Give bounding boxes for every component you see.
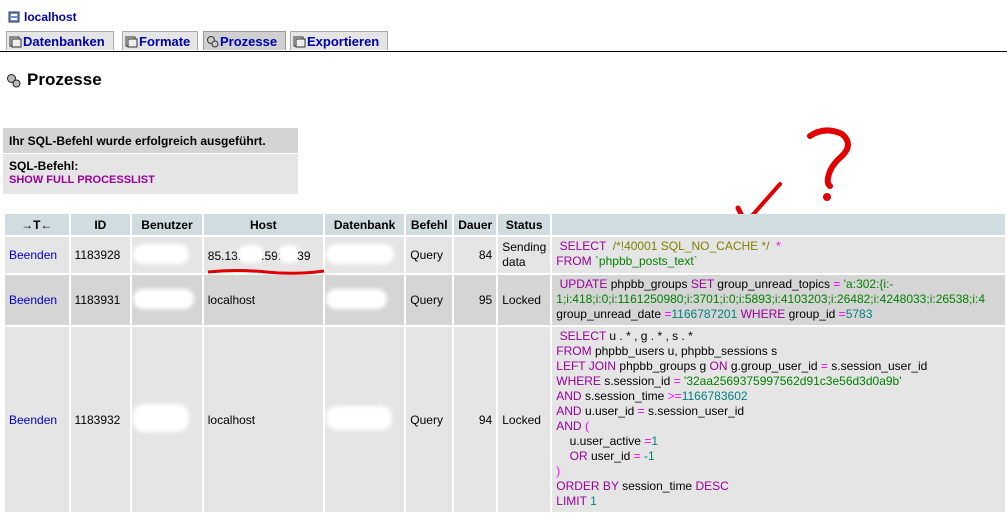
export-icon [293, 36, 306, 47]
row-dauer: 94 [454, 327, 497, 512]
page-title-text: Prozesse [27, 70, 102, 89]
tab-label: Formate [139, 33, 191, 49]
row-id: 1183932 [70, 327, 131, 512]
col-datenbank[interactable]: Datenbank [324, 214, 405, 235]
row-db [324, 275, 405, 325]
top-tabs: Datenbanken Formate Prozesse Exportieren [0, 28, 1007, 52]
sort-icon[interactable]: →T← [5, 214, 69, 235]
col-status[interactable]: Status [498, 214, 551, 235]
row-user [132, 275, 202, 325]
table-row: Beenden 1183931 localhost Query 95 Locke… [5, 275, 1005, 325]
tab-label: Datenbanken [23, 33, 105, 49]
page-title: Prozesse [6, 70, 102, 90]
kill-link[interactable]: Beenden [5, 327, 69, 512]
row-dauer: 95 [454, 275, 497, 325]
col-dauer[interactable]: Dauer [454, 214, 497, 235]
row-user [132, 237, 202, 273]
tab-label: Prozesse [220, 33, 278, 49]
row-sql: SELECT /*!40001 SQL_NO_CACHE */ * FROM `… [552, 237, 1005, 273]
format-icon [125, 36, 138, 47]
row-befehl: Query [406, 237, 453, 273]
server-link[interactable]: localhost [8, 10, 77, 24]
tab-prozesse[interactable]: Prozesse [203, 31, 286, 50]
row-status: Locked [498, 327, 551, 512]
gears-icon [207, 35, 219, 47]
row-db [324, 327, 405, 512]
kill-link[interactable]: Beenden [5, 237, 69, 273]
row-status: Sending data [498, 237, 551, 273]
row-sql: SELECT u . * , g . * , s . * FROM phpbb_… [552, 327, 1005, 512]
tab-exportieren[interactable]: Exportieren [290, 31, 388, 50]
col-host[interactable]: Host [203, 214, 323, 235]
process-table-wrap: →T← ID Benutzer Host Datenbank Befehl Da… [3, 212, 1007, 514]
col-benutzer[interactable]: Benutzer [132, 214, 202, 235]
tab-label: Exportieren [307, 33, 380, 49]
row-sql: UPDATE phpbb_groups SET group_unread_top… [552, 275, 1005, 325]
row-dauer: 84 [454, 237, 497, 273]
server-label: localhost [24, 10, 77, 24]
sql-box: SQL-Befehl: SHOW FULL PROCESSLIST [3, 154, 298, 194]
process-table: →T← ID Benutzer Host Datenbank Befehl Da… [3, 212, 1007, 514]
row-befehl: Query [406, 327, 453, 512]
row-db [324, 237, 405, 273]
database-icon [9, 36, 22, 47]
row-id: 1183928 [70, 237, 131, 273]
red-underline [207, 269, 324, 275]
sql-query: SHOW FULL PROCESSLIST [9, 174, 155, 186]
col-befehl[interactable]: Befehl [406, 214, 453, 235]
sql-label: SQL-Befehl: [9, 159, 79, 173]
col-sql [552, 214, 1005, 235]
col-id[interactable]: ID [70, 214, 131, 235]
tab-formate[interactable]: Formate [122, 31, 198, 50]
row-host: localhost [203, 327, 323, 512]
row-user [132, 327, 202, 512]
row-host: 85.13. .59: 39 [203, 237, 324, 275]
row-status: Locked [498, 275, 551, 325]
tab-datenbanken[interactable]: Datenbanken [6, 31, 114, 50]
server-icon [8, 11, 20, 23]
table-row: Beenden 1183932 localhost Query 94 Locke… [5, 327, 1005, 512]
gears-icon [7, 73, 21, 87]
kill-link[interactable]: Beenden [5, 275, 69, 325]
row-id: 1183931 [70, 275, 131, 325]
row-befehl: Query [406, 275, 453, 325]
row-host: localhost [203, 275, 323, 325]
table-row: Beenden 1183928 85.13. .59: 39 Query 84 Se… [5, 237, 1005, 275]
success-notice: Ihr SQL-Befehl wurde erfolgreich ausgefü… [3, 128, 298, 153]
